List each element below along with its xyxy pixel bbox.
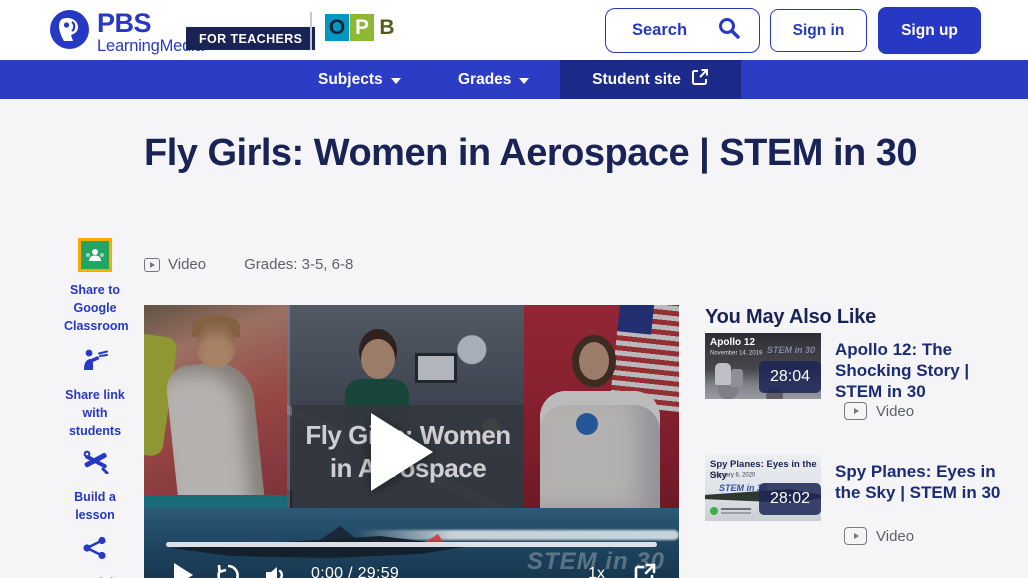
- play-button[interactable]: [371, 413, 433, 491]
- opb-station-logo[interactable]: O P B: [325, 14, 399, 41]
- duration-badge: 28:04: [759, 361, 821, 393]
- related-thumbnail-spy-planes[interactable]: Spy Planes: Eyes in the Sky February 6, …: [705, 455, 821, 521]
- search-button[interactable]: Search: [605, 8, 760, 53]
- social-share-button[interactable]: Social: [58, 536, 132, 578]
- duration-badge: 28:02: [759, 483, 821, 515]
- external-link-icon: [691, 68, 709, 91]
- chevron-down-icon: [519, 78, 529, 84]
- media-type-badge: Video: [835, 402, 914, 420]
- page-title: Fly Girls: Women in Aerospace | STEM in …: [144, 129, 952, 177]
- main-nav: Subjects Grades Student site: [0, 60, 1028, 99]
- current-time: 0:00: [311, 565, 343, 578]
- rewind-icon[interactable]: [215, 562, 241, 578]
- video-type-icon: [144, 258, 160, 272]
- opb-letter-o: O: [325, 14, 349, 41]
- sign-in-button[interactable]: Sign in: [770, 9, 867, 52]
- nav-student-site[interactable]: Student site: [560, 60, 741, 99]
- play-control-icon[interactable]: [174, 563, 193, 578]
- media-type-label: Video: [168, 256, 206, 273]
- opb-letter-b: B: [375, 14, 399, 41]
- share-to-google-classroom-button[interactable]: Share to Google Classroom: [58, 238, 132, 335]
- share-link-with-students-button[interactable]: Share link with students: [58, 348, 132, 440]
- nav-grades[interactable]: Grades: [458, 60, 529, 99]
- you-may-also-like-heading: You May Also Like: [705, 306, 876, 329]
- rail-action-label: Build a lesson: [64, 488, 126, 524]
- player-controls: 0:00 / 29:59 1x: [144, 557, 679, 578]
- related-title-link[interactable]: Apollo 12: The Shocking Story | STEM in …: [835, 339, 1017, 402]
- rail-action-label: Share to Google Classroom: [64, 281, 126, 335]
- sign-up-button[interactable]: Sign up: [878, 7, 981, 54]
- header-divider: [310, 12, 312, 50]
- volume-icon[interactable]: [263, 562, 289, 578]
- search-label: Search: [632, 21, 687, 40]
- rail-action-label: Social: [64, 574, 126, 578]
- station-logo-text: [721, 508, 751, 514]
- share-link-icon: [80, 348, 110, 377]
- build-lesson-icon: [81, 448, 109, 479]
- chevron-down-icon: [391, 78, 401, 84]
- media-type-badge: Video: [835, 527, 914, 545]
- video-type-icon: [844, 402, 867, 420]
- video-type-icon: [844, 527, 867, 545]
- share-network-icon: [82, 536, 108, 565]
- rail-action-label: Share link with students: [64, 386, 126, 440]
- time-display: 0:00 / 29:59: [311, 565, 399, 578]
- progress-bar[interactable]: [166, 542, 657, 547]
- nav-subjects[interactable]: Subjects: [318, 60, 401, 99]
- header: PBS LearningMedia FOR TEACHERS O P B Sea…: [0, 0, 1028, 60]
- station-logo-dot: [710, 507, 718, 515]
- related-thumbnail-apollo-12[interactable]: Apollo 12 November 14, 2019 STEM in 30 2…: [705, 333, 821, 399]
- time-separator: /: [348, 565, 353, 578]
- google-classroom-icon: [78, 238, 112, 272]
- fullscreen-icon[interactable]: [633, 562, 657, 578]
- related-title-link[interactable]: Spy Planes: Eyes in the Sky | STEM in 30: [835, 461, 1017, 503]
- opb-letter-p: P: [350, 14, 374, 41]
- duration: 29:59: [358, 565, 400, 578]
- page: PBS LearningMedia FOR TEACHERS O P B Sea…: [0, 0, 1028, 578]
- pbs-logo-icon: [50, 10, 89, 54]
- search-icon: [717, 16, 741, 45]
- build-a-lesson-button[interactable]: Build a lesson: [58, 448, 132, 524]
- pbs-learningmedia-logo[interactable]: PBS LearningMedia: [50, 10, 204, 55]
- for-teachers-badge: FOR TEACHERS: [186, 27, 315, 50]
- playback-speed-button[interactable]: 1x: [588, 565, 605, 578]
- moon-scene: [715, 363, 731, 385]
- resource-meta: Video Grades: 3-5, 6-8: [144, 256, 353, 273]
- grades-label: Grades: 3-5, 6-8: [244, 256, 353, 273]
- video-player[interactable]: Fly Girls: Women in Aerospace STEM in 30: [144, 305, 679, 578]
